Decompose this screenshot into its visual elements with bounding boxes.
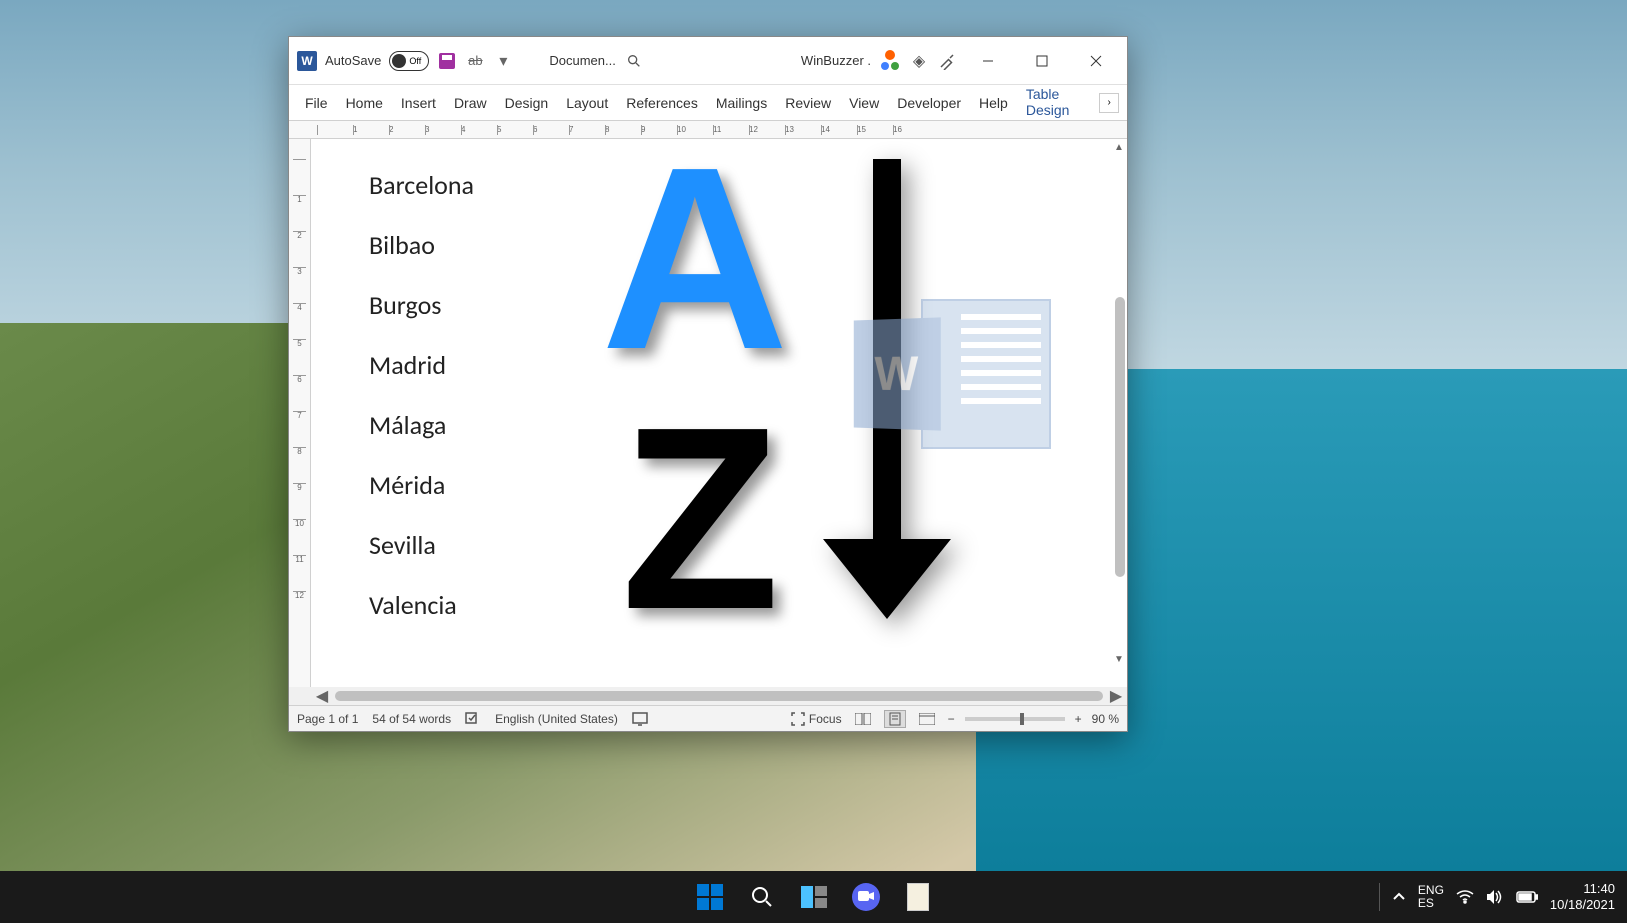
chat-button[interactable] bbox=[844, 875, 888, 919]
strikethrough-button[interactable]: ab bbox=[465, 51, 485, 71]
system-tray: ENG ES 11:40 10/18/2021 bbox=[1379, 881, 1615, 912]
zoom-in-button[interactable]: + bbox=[1075, 712, 1082, 726]
scroll-left-arrow[interactable]: ◀ bbox=[315, 689, 329, 703]
qat-dropdown[interactable]: ▾ bbox=[493, 51, 513, 71]
tab-layout[interactable]: Layout bbox=[558, 89, 616, 117]
close-button[interactable] bbox=[1073, 45, 1119, 77]
battery-icon[interactable] bbox=[1516, 891, 1538, 903]
ribbon-tabs: FileHomeInsertDrawDesignLayoutReferences… bbox=[289, 85, 1127, 121]
tab-design[interactable]: Design bbox=[497, 89, 557, 117]
tab-table-design[interactable]: Table Design bbox=[1018, 80, 1098, 126]
ribbon-collapse-button[interactable]: › bbox=[1099, 93, 1119, 113]
horizontal-ruler[interactable]: 12345678910111213141516 bbox=[289, 121, 1127, 139]
city-list: Barcelona Bilbao Burgos Madrid Málaga Mérida S… bbox=[369, 169, 474, 649]
tab-insert[interactable]: Insert bbox=[393, 89, 444, 117]
document-page: Barcelona Bilbao Burgos Madrid Málaga Mérida S… bbox=[341, 149, 1097, 677]
autosave-label: AutoSave bbox=[325, 53, 381, 68]
display-settings-icon[interactable] bbox=[632, 712, 648, 726]
user-avatar-icon[interactable] bbox=[879, 50, 901, 72]
word-app-icon: W bbox=[297, 51, 317, 71]
titlebar: W AutoSave Off ab ▾ Documen... WinBuzzer… bbox=[289, 37, 1127, 85]
tab-developer[interactable]: Developer bbox=[889, 89, 969, 117]
user-name[interactable]: WinBuzzer . bbox=[801, 53, 871, 68]
read-mode-button[interactable] bbox=[852, 710, 874, 728]
volume-icon[interactable] bbox=[1486, 889, 1504, 905]
autosave-state: Off bbox=[409, 56, 421, 66]
page-indicator[interactable]: Page 1 of 1 bbox=[297, 712, 358, 726]
city-item[interactable]: Mérida bbox=[369, 469, 474, 501]
zoom-out-button[interactable]: − bbox=[948, 712, 955, 726]
focus-mode-button[interactable]: Focus bbox=[791, 712, 842, 726]
zoom-percentage[interactable]: 90 % bbox=[1092, 712, 1119, 726]
diamond-icon[interactable]: ◈ bbox=[909, 51, 929, 71]
brush-icon[interactable] bbox=[937, 51, 957, 71]
maximize-button[interactable] bbox=[1019, 45, 1065, 77]
document-area: 123456789101112 Barcelona Bilbao Burgos Mad… bbox=[289, 139, 1127, 687]
sort-az-graphic: A Z W bbox=[601, 149, 1021, 649]
city-item[interactable]: Barcelona bbox=[369, 169, 474, 201]
tab-mailings[interactable]: Mailings bbox=[708, 89, 775, 117]
vertical-ruler[interactable]: 123456789101112 bbox=[289, 139, 311, 687]
city-item[interactable]: Burgos bbox=[369, 289, 474, 321]
task-view-button[interactable] bbox=[792, 875, 836, 919]
tray-overflow-button[interactable] bbox=[1392, 890, 1406, 904]
scroll-right-arrow[interactable]: ▶ bbox=[1109, 689, 1123, 703]
page-canvas[interactable]: Barcelona Bilbao Burgos Madrid Málaga Mérida S… bbox=[311, 139, 1127, 687]
tab-draw[interactable]: Draw bbox=[446, 89, 495, 117]
minimize-button[interactable] bbox=[965, 45, 1011, 77]
horizontal-scrollbar-track: ◀ ▶ bbox=[289, 687, 1127, 705]
letter-z-graphic: Z bbox=[621, 389, 780, 649]
city-item[interactable]: Madrid bbox=[369, 349, 474, 381]
explorer-button[interactable] bbox=[896, 875, 940, 919]
start-button[interactable] bbox=[688, 875, 732, 919]
horizontal-scrollbar[interactable] bbox=[335, 691, 1103, 701]
tab-references[interactable]: References bbox=[618, 89, 706, 117]
city-item[interactable]: Málaga bbox=[369, 409, 474, 441]
language-indicator[interactable]: English (United States) bbox=[495, 712, 618, 726]
city-item[interactable]: Sevilla bbox=[369, 529, 474, 561]
print-layout-button[interactable] bbox=[884, 710, 906, 728]
letter-a-graphic: A bbox=[601, 139, 789, 389]
zoom-slider[interactable] bbox=[965, 717, 1065, 721]
scroll-down-arrow[interactable]: ▼ bbox=[1113, 653, 1125, 665]
taskbar-search-button[interactable] bbox=[740, 875, 784, 919]
wifi-icon[interactable] bbox=[1456, 890, 1474, 904]
web-layout-button[interactable] bbox=[916, 710, 938, 728]
autosave-toggle[interactable]: Off bbox=[389, 51, 429, 71]
language-switcher[interactable]: ENG ES bbox=[1418, 884, 1444, 910]
word-count[interactable]: 54 of 54 words bbox=[372, 712, 451, 726]
taskbar-center bbox=[688, 875, 940, 919]
tab-help[interactable]: Help bbox=[971, 89, 1016, 117]
taskbar: ENG ES 11:40 10/18/2021 bbox=[0, 871, 1627, 923]
tab-file[interactable]: File bbox=[297, 89, 336, 117]
statusbar: Page 1 of 1 54 of 54 words English (Unit… bbox=[289, 705, 1127, 731]
document-title[interactable]: Documen... bbox=[549, 53, 615, 68]
word-logo-icon: W bbox=[851, 289, 1051, 459]
city-item[interactable]: Valencia bbox=[369, 589, 474, 621]
tab-home[interactable]: Home bbox=[338, 89, 391, 117]
vertical-scrollbar[interactable] bbox=[1115, 297, 1125, 577]
clock[interactable]: 11:40 10/18/2021 bbox=[1550, 881, 1615, 912]
tab-view[interactable]: View bbox=[841, 89, 887, 117]
scroll-up-arrow[interactable]: ▲ bbox=[1113, 141, 1125, 153]
word-window: W AutoSave Off ab ▾ Documen... WinBuzzer… bbox=[288, 36, 1128, 732]
search-button[interactable] bbox=[624, 51, 644, 71]
save-button[interactable] bbox=[437, 51, 457, 71]
tab-review[interactable]: Review bbox=[777, 89, 839, 117]
spellcheck-icon[interactable] bbox=[465, 712, 481, 726]
city-item[interactable]: Bilbao bbox=[369, 229, 474, 261]
